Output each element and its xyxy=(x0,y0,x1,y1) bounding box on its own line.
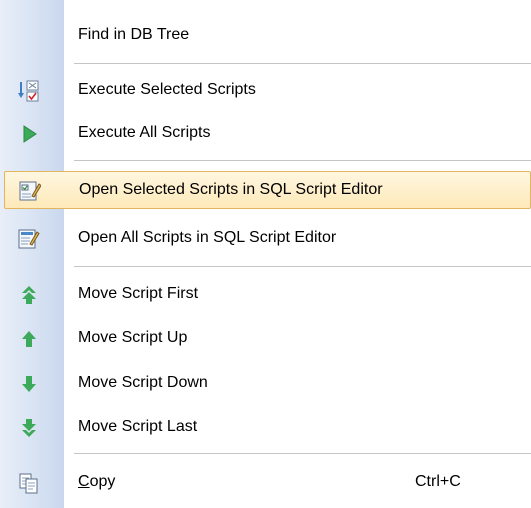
menu-item-mnemonic: C xyxy=(78,473,90,490)
menu-item-move-script-last[interactable]: Move Script Last xyxy=(0,408,531,446)
menu-item-label: Open Selected Scripts in SQL Script Edit… xyxy=(79,181,383,198)
menu-item-label: Move Script Up xyxy=(78,329,188,346)
menu-item-find-in-db-tree[interactable]: Find in DB Tree xyxy=(0,16,531,54)
menu-item-execute-selected-scripts[interactable]: Execute Selected Scripts xyxy=(0,71,531,109)
open-editor-icon xyxy=(18,228,40,250)
menu-item-open-selected-in-editor[interactable]: Open Selected Scripts in SQL Script Edit… xyxy=(4,171,531,209)
menu-item-label: Move Script First xyxy=(78,285,199,302)
menu-item-label: Execute All Scripts xyxy=(78,124,211,141)
arrow-up-icon xyxy=(18,328,40,350)
menu-separator xyxy=(74,266,531,267)
menu-item-move-script-down[interactable]: Move Script Down xyxy=(0,364,531,402)
open-selected-editor-icon xyxy=(19,180,42,202)
execute-selected-icon xyxy=(18,80,40,102)
play-icon xyxy=(18,123,40,145)
menu-item-label: Move Script Last xyxy=(78,418,198,435)
menu-item-move-script-first[interactable]: Move Script First xyxy=(0,275,531,313)
menu-item-label: Find in DB Tree xyxy=(78,26,190,43)
menu-item-label-rest: opy xyxy=(89,473,116,490)
arrow-down-icon xyxy=(18,373,40,395)
double-arrow-up-icon xyxy=(18,284,40,306)
menu-item-label: Execute Selected Scripts xyxy=(78,81,256,98)
menu-item-move-script-up[interactable]: Move Script Up xyxy=(0,319,531,357)
menu-separator xyxy=(74,453,531,454)
double-arrow-down-icon xyxy=(18,417,40,439)
copy-icon xyxy=(18,472,40,494)
context-menu: Find in DB Tree Execute Selected Scripts… xyxy=(0,0,531,508)
menu-item-execute-all-scripts[interactable]: Execute All Scripts xyxy=(0,114,531,152)
menu-separator xyxy=(74,63,531,64)
menu-separator xyxy=(74,160,531,161)
menu-item-shortcut: Ctrl+C xyxy=(415,473,461,490)
menu-item-label: Move Script Down xyxy=(78,374,208,391)
menu-item-copy[interactable]: Copy Ctrl+C xyxy=(0,463,531,501)
menu-item-label: Copy xyxy=(78,472,115,492)
menu-item-open-all-in-editor[interactable]: Open All Scripts in SQL Script Editor xyxy=(0,219,531,257)
menu-item-label: Open All Scripts in SQL Script Editor xyxy=(78,229,337,246)
